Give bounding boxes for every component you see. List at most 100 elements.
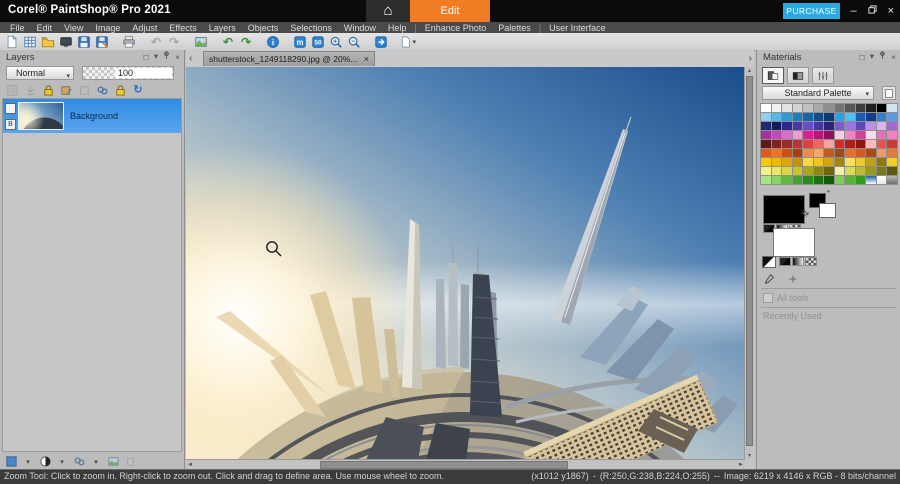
horizontal-scroll-thumb[interactable] [320, 461, 568, 469]
color-swatch[interactable] [772, 158, 782, 166]
blend-mode-dropdown[interactable]: Normal ▾ [6, 66, 74, 80]
reset-blend-icon[interactable]: ↻ [131, 84, 145, 97]
color-swatch[interactable] [814, 122, 824, 130]
color-swatch[interactable] [793, 122, 803, 130]
zoom-out-icon[interactable] [346, 34, 362, 49]
pattern-style-icon[interactable] [805, 257, 817, 266]
opacity-control[interactable]: 100 [82, 66, 174, 80]
color-swatch[interactable] [772, 113, 782, 121]
tab-sliders-icon[interactable] [812, 67, 834, 84]
color-swatch[interactable] [793, 131, 803, 139]
color-swatch[interactable] [793, 113, 803, 121]
color-swatch[interactable] [877, 140, 887, 148]
color-swatch[interactable] [856, 131, 866, 139]
image-viewport[interactable] [186, 67, 745, 460]
color-swatch[interactable] [887, 149, 897, 157]
color-swatch[interactable] [877, 176, 887, 184]
color-swatch[interactable] [782, 113, 792, 121]
zoom-in-icon[interactable] [328, 34, 344, 49]
color-swatch[interactable] [824, 158, 834, 166]
edit-selection-icon[interactable] [59, 84, 73, 97]
color-swatch[interactable] [772, 176, 782, 184]
menu-item-user-interface[interactable]: User Interface [543, 23, 612, 33]
new-from-layout-icon[interactable]: ▾ [400, 34, 416, 49]
color-swatch[interactable] [814, 140, 824, 148]
color-swatch[interactable] [856, 149, 866, 157]
color-swatch[interactable] [814, 131, 824, 139]
layer-visibility-icon[interactable] [5, 103, 16, 114]
color-swatch[interactable] [793, 167, 803, 175]
color-swatch[interactable] [845, 158, 855, 166]
tab-scroll-right-icon[interactable]: › [749, 52, 752, 65]
menu-item-objects[interactable]: Objects [242, 23, 285, 33]
tab-close-icon[interactable]: × [364, 54, 369, 64]
color-swatch[interactable] [803, 158, 813, 166]
tab-gradient-icon[interactable] [787, 67, 809, 84]
color-swatch[interactable] [845, 122, 855, 130]
color-swatch[interactable] [824, 149, 834, 157]
quick-preview-icon[interactable] [373, 34, 389, 49]
pin-icon[interactable] [163, 51, 170, 62]
menu-item-file[interactable]: File [4, 23, 31, 33]
fgbg-toggle-icon[interactable] [38, 455, 52, 468]
color-swatch[interactable] [824, 113, 834, 121]
color-swatch[interactable] [845, 140, 855, 148]
color-swatch[interactable] [887, 167, 897, 175]
resize-icon[interactable]: m [292, 34, 308, 49]
menu-item-view[interactable]: View [58, 23, 89, 33]
link-layers-icon[interactable] [95, 84, 109, 97]
pin-icon[interactable] [879, 51, 886, 62]
transparency-toggle-icon[interactable] [762, 256, 776, 268]
color-swatch[interactable] [772, 131, 782, 139]
menu-item-effects[interactable]: Effects [163, 23, 202, 33]
menu-item-window[interactable]: Window [338, 23, 382, 33]
color-swatch[interactable] [856, 113, 866, 121]
color-swatch[interactable] [814, 113, 824, 121]
color-swatch[interactable] [803, 176, 813, 184]
color-swatch[interactable] [761, 176, 771, 184]
color-swatch[interactable] [761, 140, 771, 148]
color-swatch[interactable] [887, 122, 897, 130]
color-swatch[interactable] [814, 149, 824, 157]
info-icon[interactable]: i [265, 34, 281, 49]
color-swatch[interactable] [866, 104, 876, 112]
caret-icon[interactable]: ▾ [89, 455, 103, 468]
background-color-chip[interactable] [819, 203, 836, 218]
color-swatch[interactable] [835, 140, 845, 148]
menu-item-enhance-photo[interactable]: Enhance Photo [419, 23, 493, 33]
close-palette-icon[interactable]: × [891, 52, 896, 62]
color-swatch[interactable] [835, 176, 845, 184]
foreground-material-swatch[interactable] [763, 195, 805, 224]
color-swatch[interactable] [761, 104, 771, 112]
color-swatch[interactable] [887, 131, 897, 139]
color-swatch[interactable] [866, 122, 876, 130]
color-swatch[interactable] [803, 104, 813, 112]
tab-swatches-icon[interactable] [762, 67, 784, 84]
color-swatch[interactable] [835, 158, 845, 166]
menu-item-image[interactable]: Image [89, 23, 126, 33]
material-tile-icon[interactable] [4, 455, 18, 468]
menu-item-help[interactable]: Help [382, 23, 413, 33]
color-swatch[interactable] [803, 113, 813, 121]
color-swatch[interactable] [877, 167, 887, 175]
color-swatch[interactable] [761, 122, 771, 130]
redo-icon[interactable]: ↷ [238, 34, 254, 49]
color-swatch[interactable] [782, 140, 792, 148]
link-tool-icon[interactable] [72, 455, 86, 468]
color-swatch[interactable] [814, 158, 824, 166]
palette-menu-icon[interactable]: ▾ [154, 51, 158, 62]
scroll-up-icon[interactable]: ▴ [745, 67, 754, 75]
color-swatch[interactable] [856, 158, 866, 166]
caret-icon[interactable]: ▾ [55, 455, 69, 468]
color-swatch[interactable] [824, 140, 834, 148]
caret-icon[interactable]: ▾ [21, 455, 35, 468]
minimize-button[interactable]: – [850, 5, 856, 17]
color-swatch[interactable] [814, 167, 824, 175]
color-swatch[interactable] [782, 167, 792, 175]
color-swatch[interactable] [782, 131, 792, 139]
open-icon[interactable] [40, 34, 56, 49]
undo-icon[interactable]: ↶ [220, 34, 236, 49]
palette-options-button[interactable] [882, 86, 896, 100]
menu-item-selections[interactable]: Selections [284, 23, 338, 33]
color-swatch[interactable] [782, 122, 792, 130]
